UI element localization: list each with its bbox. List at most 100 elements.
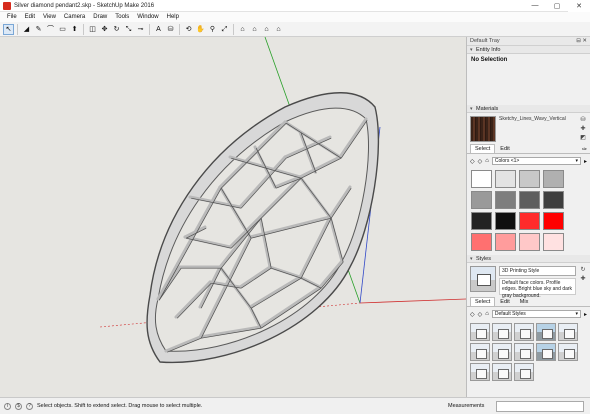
drawing-viewport[interactable]: [0, 37, 466, 397]
color-swatch[interactable]: [519, 170, 540, 188]
color-swatch[interactable]: [495, 170, 516, 188]
minimize-icon[interactable]: —: [524, 0, 546, 12]
arc-tool-icon[interactable]: ⌒: [45, 24, 56, 35]
rectangle-tool-icon[interactable]: ▭: [57, 24, 68, 35]
extension-warehouse-icon[interactable]: ⌂: [249, 24, 260, 35]
style-thumbnail[interactable]: [514, 323, 534, 341]
style-thumbnail[interactable]: [514, 343, 534, 361]
color-swatch[interactable]: [543, 212, 564, 230]
tab-materials-select[interactable]: Select: [470, 144, 496, 153]
style-description-field[interactable]: Default face colors. Profile edges. Brig…: [499, 278, 576, 299]
tape-measure-tool-icon[interactable]: ⊸: [135, 24, 146, 35]
move-tool-icon[interactable]: ✥: [99, 24, 110, 35]
zoom-extents-tool-icon[interactable]: ⤢: [219, 24, 230, 35]
style-thumbnail[interactable]: [492, 323, 512, 341]
tab-styles-mix[interactable]: Mix: [515, 297, 534, 306]
menu-window[interactable]: Window: [133, 14, 162, 20]
create-style-icon[interactable]: ✚: [580, 275, 585, 282]
rotate-tool-icon[interactable]: ↻: [111, 24, 122, 35]
menu-file[interactable]: File: [3, 14, 21, 20]
menu-tools[interactable]: Tools: [111, 14, 133, 20]
tab-materials-edit[interactable]: Edit: [495, 144, 514, 153]
back-icon[interactable]: ◇: [470, 311, 475, 318]
scale-tool-icon[interactable]: ⤡: [123, 24, 134, 35]
tab-styles-edit[interactable]: Edit: [495, 297, 514, 306]
sample-paint-icon[interactable]: ⛁: [580, 116, 585, 123]
material-name[interactable]: Sketchy_Lines_Wavy_Vertical: [499, 116, 576, 142]
color-swatch[interactable]: [495, 212, 516, 230]
style-thumbnail[interactable]: [470, 343, 490, 361]
color-swatch[interactable]: [495, 191, 516, 209]
styles-collection-select[interactable]: Default Styles ▾: [491, 310, 581, 318]
style-thumbnail[interactable]: [536, 343, 556, 361]
back-icon[interactable]: ◇: [470, 158, 475, 165]
style-thumbnail[interactable]: [470, 363, 490, 381]
model-canvas[interactable]: [0, 37, 466, 397]
forward-icon[interactable]: ◇: [478, 311, 483, 318]
styles-header[interactable]: ▾ Styles: [467, 255, 590, 263]
materials-header[interactable]: ▾ Materials: [467, 105, 590, 113]
pencil-line-tool-icon[interactable]: ✎: [33, 24, 44, 35]
menu-edit[interactable]: Edit: [21, 14, 39, 20]
update-style-icon[interactable]: ↻: [580, 266, 585, 273]
menu-view[interactable]: View: [39, 14, 60, 20]
color-swatch[interactable]: [519, 191, 540, 209]
color-swatch[interactable]: [543, 233, 564, 251]
eyedropper-icon[interactable]: ✑: [582, 146, 587, 153]
push-pull-tool-icon[interactable]: ⬆: [69, 24, 80, 35]
home-icon[interactable]: ⌂: [485, 158, 489, 164]
style-thumbnail[interactable]: [492, 363, 512, 381]
color-swatch[interactable]: [519, 212, 540, 230]
select-tool-icon[interactable]: ↖: [3, 23, 14, 35]
warehouse-icon[interactable]: ⌂: [237, 24, 248, 35]
offset-tool-icon[interactable]: ◫: [87, 24, 98, 35]
color-swatch[interactable]: [471, 170, 492, 188]
tray-pin-close-icon[interactable]: ⊟ ✕: [576, 38, 587, 44]
color-swatch[interactable]: [543, 170, 564, 188]
details-arrow-icon[interactable]: ▸: [584, 311, 587, 318]
style-thumbnail[interactable]: [492, 343, 512, 361]
geo-location-icon[interactable]: $: [15, 402, 22, 410]
style-name-field[interactable]: 3D Printing Style: [499, 266, 576, 276]
style-thumbnail[interactable]: [536, 323, 556, 341]
pan-tool-icon[interactable]: ✋: [195, 24, 206, 35]
style-info: 3D Printing Style Default face colors. P…: [499, 266, 576, 299]
text-tool-icon[interactable]: A: [153, 24, 164, 35]
toolbar-separator: [179, 23, 180, 35]
materials-collection-select[interactable]: Colors <1> ▾: [491, 157, 581, 165]
create-material-icon[interactable]: ✚: [580, 125, 585, 132]
close-icon[interactable]: ✕: [568, 0, 590, 12]
style-thumbnail[interactable]: [558, 343, 578, 361]
home-icon[interactable]: ⌂: [485, 311, 489, 317]
paint-bucket-tool-icon[interactable]: ⛁: [165, 24, 176, 35]
forward-icon[interactable]: ◇: [478, 158, 483, 165]
orbit-tool-icon[interactable]: ⟲: [183, 24, 194, 35]
eraser-tool-icon[interactable]: ◢: [21, 24, 32, 35]
chevron-down-icon: ▾: [575, 311, 578, 317]
color-swatch[interactable]: [471, 191, 492, 209]
maximize-icon[interactable]: ▢: [546, 0, 568, 12]
style-thumbnail[interactable]: [470, 323, 490, 341]
color-swatch[interactable]: [519, 233, 540, 251]
default-material-icon[interactable]: ◩: [580, 134, 586, 141]
color-swatch[interactable]: [471, 212, 492, 230]
color-swatch[interactable]: [471, 233, 492, 251]
style-thumbnail[interactable]: [514, 363, 534, 381]
zoom-tool-icon[interactable]: ⚲: [207, 24, 218, 35]
entity-info-header[interactable]: ▾ Entity Info: [467, 46, 590, 54]
material-swatch[interactable]: [470, 116, 496, 142]
menu-bar: File Edit View Camera Draw Tools Window …: [0, 12, 590, 22]
menu-draw[interactable]: Draw: [89, 14, 111, 20]
color-swatch[interactable]: [543, 191, 564, 209]
tab-styles-select[interactable]: Select: [470, 297, 496, 306]
style-thumbnail[interactable]: [558, 323, 578, 341]
menu-help[interactable]: Help: [163, 14, 183, 20]
info-icon[interactable]: i: [4, 402, 11, 410]
details-arrow-icon[interactable]: ▸: [584, 158, 587, 165]
help-icon[interactable]: ?: [26, 402, 33, 410]
menu-camera[interactable]: Camera: [60, 14, 89, 20]
measurements-input[interactable]: [496, 400, 584, 412]
layout-icon[interactable]: ⌂: [273, 24, 284, 35]
share-model-icon[interactable]: ⌂: [261, 24, 272, 35]
color-swatch[interactable]: [495, 233, 516, 251]
